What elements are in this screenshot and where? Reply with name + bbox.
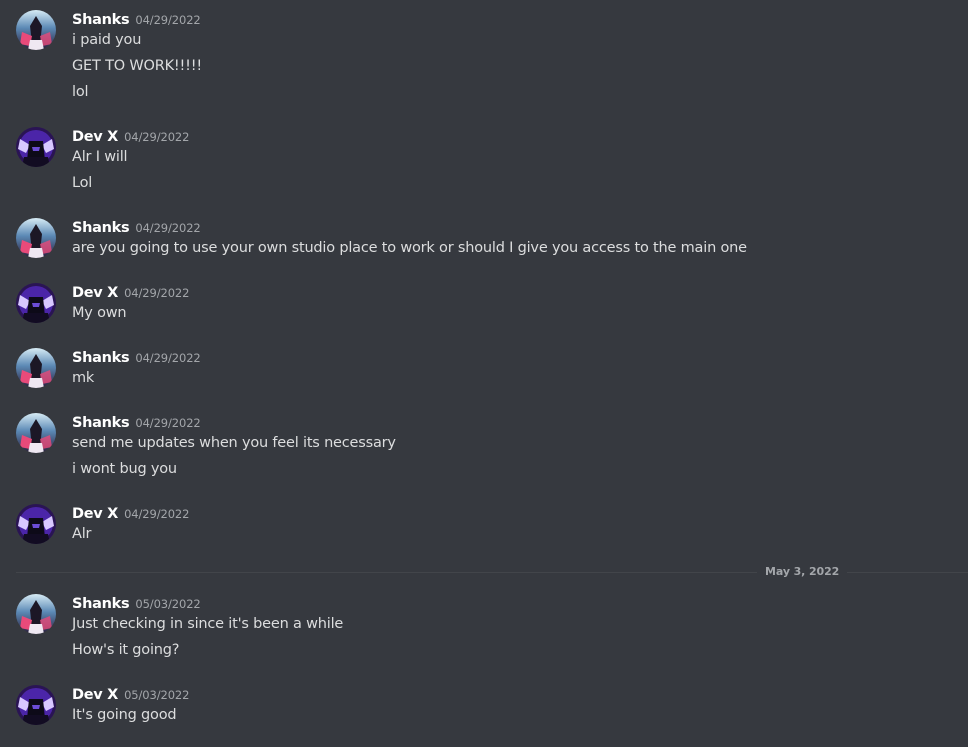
message-header: Shanks 04/29/2022 <box>72 217 201 237</box>
message-header: Dev X 04/29/2022 <box>72 282 189 302</box>
devx-avatar-icon[interactable] <box>16 504 56 544</box>
timestamp: 04/29/2022 <box>124 130 190 144</box>
timestamp: 04/29/2022 <box>135 13 201 27</box>
devx-avatar-icon[interactable] <box>16 127 56 167</box>
message-text: i paid you <box>72 32 142 48</box>
timestamp: 04/29/2022 <box>135 221 201 235</box>
message-text: GET TO WORK!!!!! <box>72 58 202 74</box>
message-header: Dev X 04/29/2022 <box>72 503 189 523</box>
message-text: My own <box>72 305 127 321</box>
message-text: send me updates when you feel its necess… <box>72 435 396 451</box>
message-text: It's going good <box>72 707 177 723</box>
message-header: Shanks 04/29/2022 <box>72 412 201 432</box>
message-text: are you going to use your own studio pla… <box>72 240 747 256</box>
message-header: Shanks 04/29/2022 <box>72 347 201 367</box>
message-header: Dev X 05/03/2022 <box>72 684 189 704</box>
timestamp: 04/29/2022 <box>135 351 201 365</box>
message-group: Shanks 04/29/2022 i paid you GET TO WORK!… <box>0 0 968 110</box>
date-divider-label: May 3, 2022 <box>757 565 848 578</box>
shanks-avatar-icon[interactable] <box>16 348 56 388</box>
devx-avatar-icon[interactable] <box>16 685 56 725</box>
message-header: Dev X 04/29/2022 <box>72 126 189 146</box>
chat-message-list: Shanks 04/29/2022 i paid you GET TO WORK!… <box>0 0 968 747</box>
shanks-avatar-icon[interactable] <box>16 413 56 453</box>
username[interactable]: Dev X <box>72 687 118 703</box>
username[interactable]: Shanks <box>72 12 130 28</box>
timestamp: 04/29/2022 <box>124 507 190 521</box>
message-group: Dev X 04/29/2022 Alr I will Lol <box>0 117 968 197</box>
message-group: Dev X 04/29/2022 Alr <box>0 494 968 550</box>
message-header: Shanks 04/29/2022 <box>72 9 201 29</box>
username[interactable]: Shanks <box>72 415 130 431</box>
message-group: Dev X 04/29/2022 My own <box>0 273 968 329</box>
timestamp: 05/03/2022 <box>124 688 190 702</box>
username[interactable]: Dev X <box>72 129 118 145</box>
message-text: How's it going? <box>72 642 180 658</box>
message-text: Just checking in since it's been a while <box>72 616 344 632</box>
message-text: lol <box>72 84 89 100</box>
shanks-avatar-icon[interactable] <box>16 594 56 634</box>
shanks-avatar-icon[interactable] <box>16 218 56 258</box>
devx-avatar-icon[interactable] <box>16 283 56 323</box>
message-group: Shanks 04/29/2022 mk <box>0 338 968 394</box>
username[interactable]: Shanks <box>72 596 130 612</box>
message-group: Shanks 05/03/2022 Just checking in since … <box>0 584 968 664</box>
timestamp: 04/29/2022 <box>124 286 190 300</box>
timestamp: 04/29/2022 <box>135 416 201 430</box>
username[interactable]: Dev X <box>72 285 118 301</box>
username[interactable]: Shanks <box>72 220 130 236</box>
timestamp: 05/03/2022 <box>135 597 201 611</box>
username[interactable]: Shanks <box>72 350 130 366</box>
message-text: i wont bug you <box>72 461 177 477</box>
shanks-avatar-icon[interactable] <box>16 10 56 50</box>
message-group: Shanks 04/29/2022 are you going to use yo… <box>0 208 968 264</box>
message-text: mk <box>72 370 95 386</box>
message-text: Alr <box>72 526 92 542</box>
message-header: Shanks 05/03/2022 <box>72 593 201 613</box>
message-text: Alr I will <box>72 149 128 165</box>
message-group: Shanks 04/29/2022 send me updates when yo… <box>0 403 968 483</box>
username[interactable]: Dev X <box>72 506 118 522</box>
message-group: Dev X 05/03/2022 It's going good <box>0 675 968 731</box>
message-text: Lol <box>72 175 93 191</box>
